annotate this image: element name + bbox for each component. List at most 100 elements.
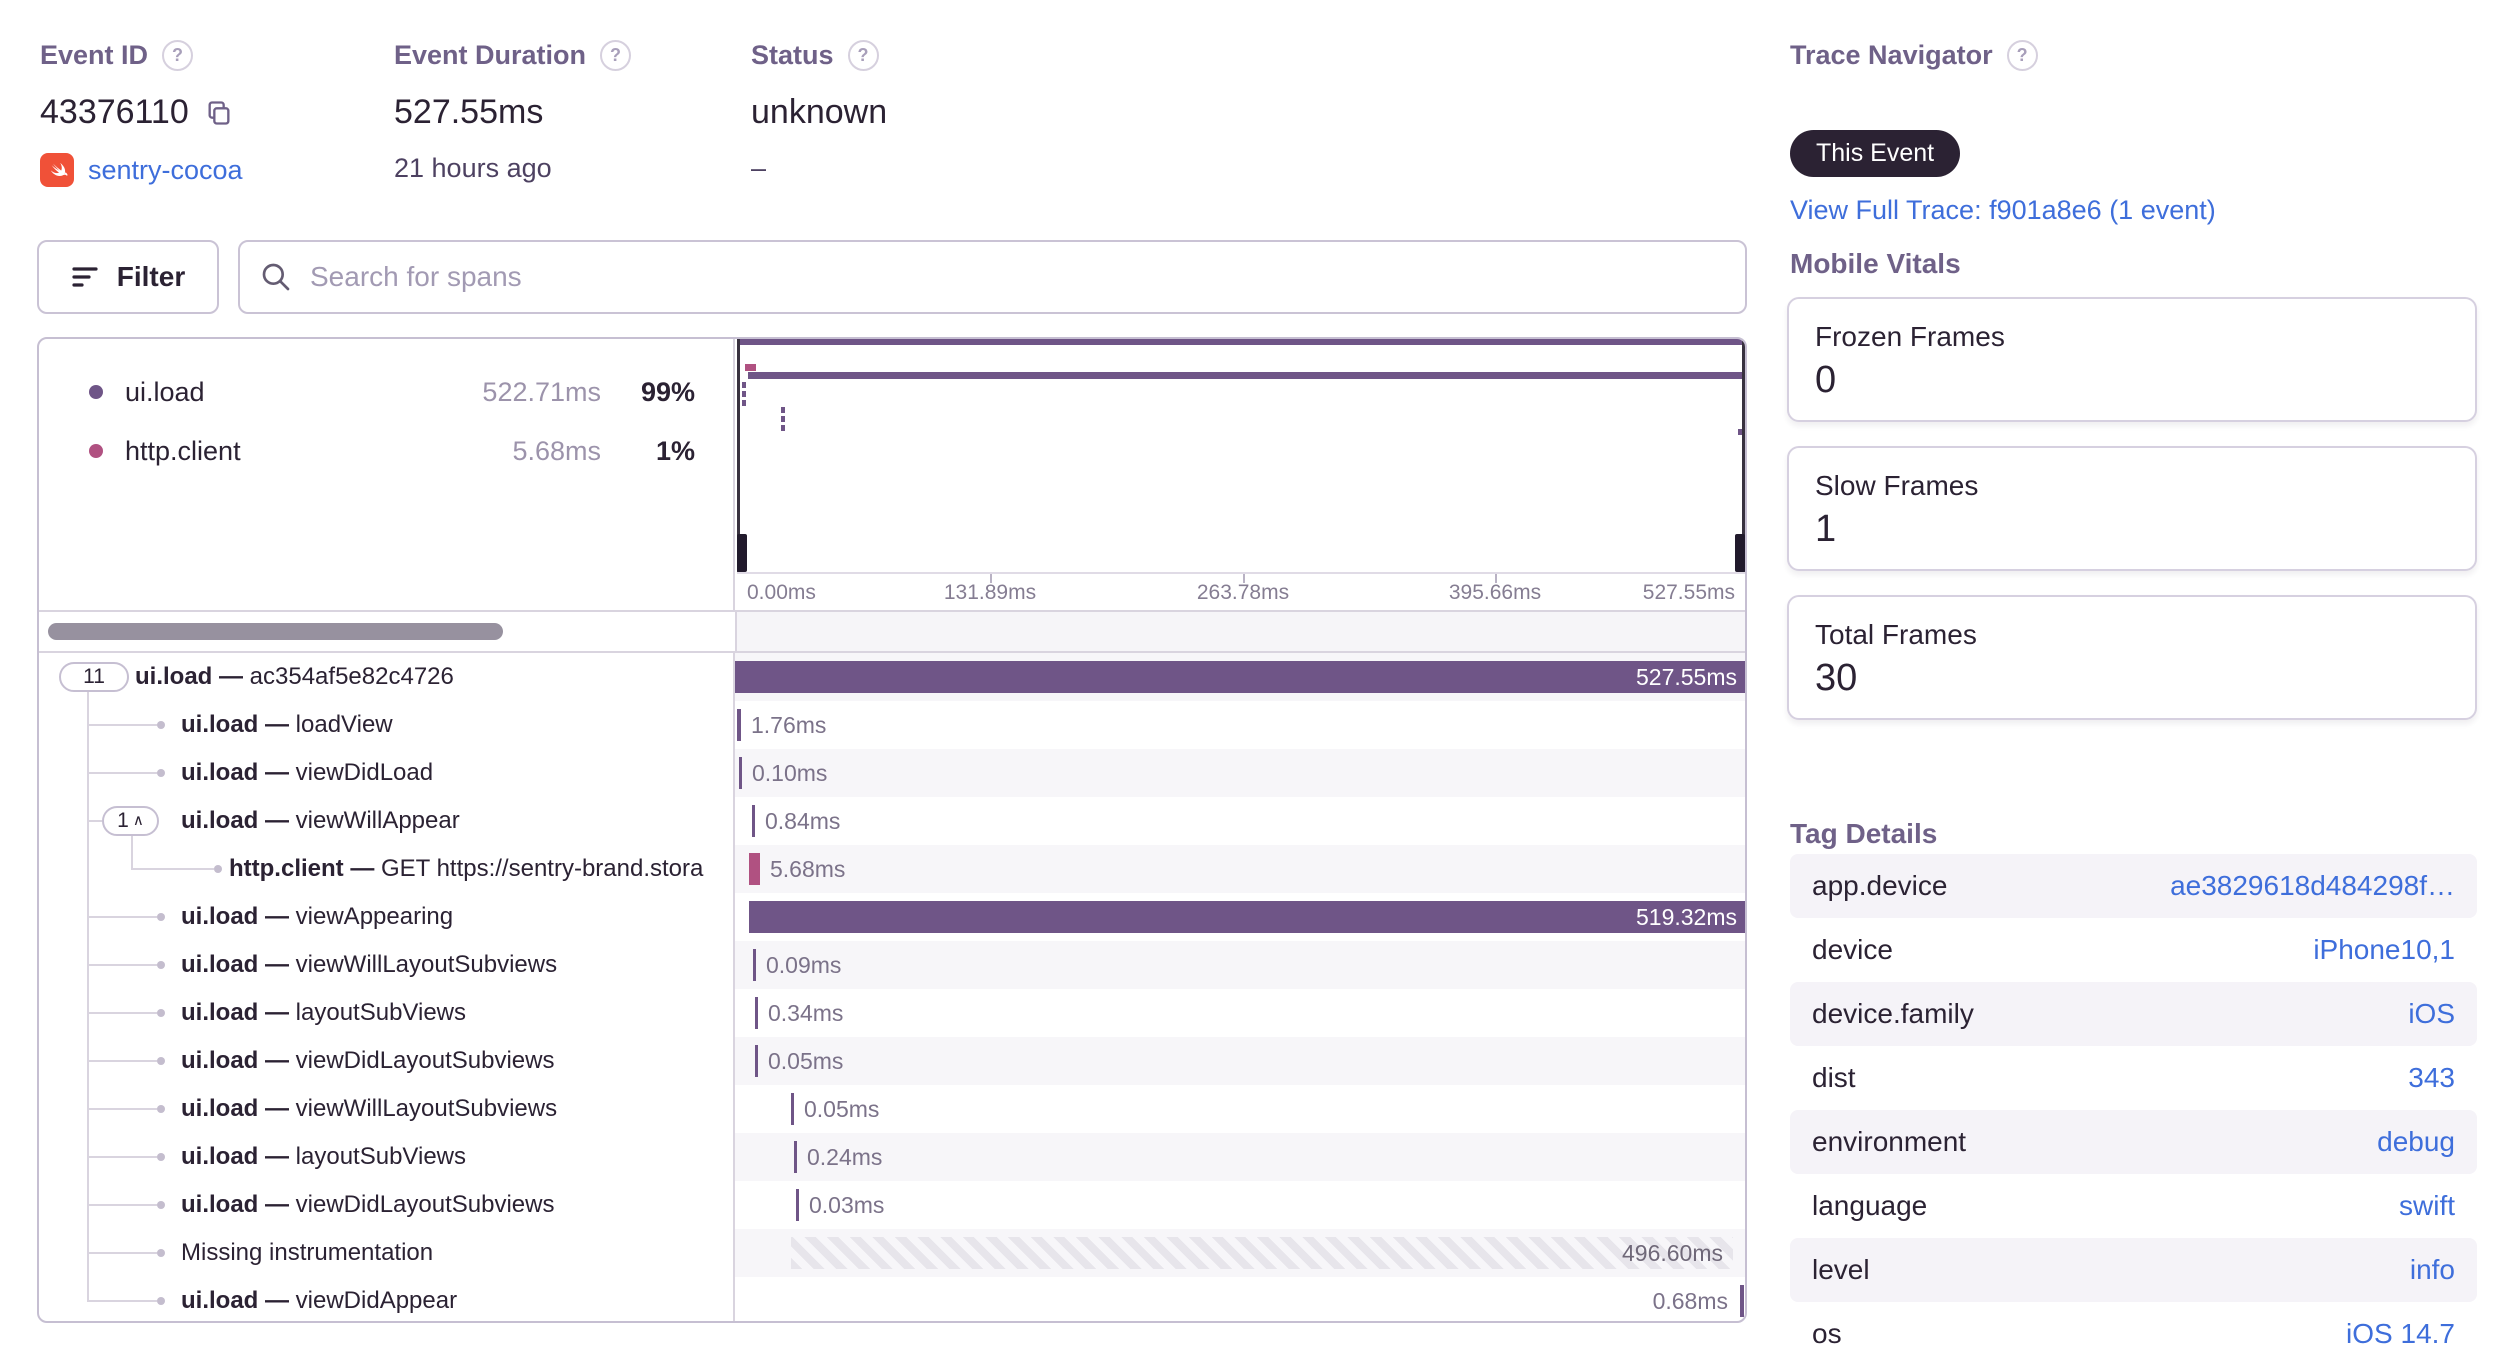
help-icon[interactable]: ? xyxy=(2006,40,2038,71)
span-bar-cell: 527.55ms xyxy=(735,653,1745,701)
span-duration-bar[interactable] xyxy=(1740,1285,1744,1317)
vital-label: Frozen Frames xyxy=(1815,321,2005,352)
span-detail-page: Event ID ? 43376110 sentry-cocoa Event D… xyxy=(0,0,2494,1366)
help-icon[interactable]: ? xyxy=(847,40,879,71)
span-row[interactable]: ui.load — viewDidLoad 0.10ms xyxy=(39,749,1745,797)
project-link[interactable]: sentry-cocoa xyxy=(88,155,243,186)
tag-value-link[interactable]: info xyxy=(2410,1254,2455,1286)
children-count-badge[interactable]: 11 xyxy=(59,662,129,692)
minimap-right-drag-handle[interactable] xyxy=(1735,534,1745,572)
tree-connector xyxy=(87,724,157,726)
status-detail: – xyxy=(751,153,767,183)
tag-value-link[interactable]: ae3829618d484298f… xyxy=(2170,870,2455,902)
minimap-left-drag-handle[interactable] xyxy=(737,534,747,572)
minimap-span-bar xyxy=(748,372,1745,379)
span-duration-bar[interactable] xyxy=(794,1141,797,1173)
span-row[interactable]: ui.load — viewDidAppear 0.68ms xyxy=(39,1277,1745,1321)
horizontal-scrollbar-track[interactable] xyxy=(39,610,1745,653)
tag-value-link[interactable]: iOS xyxy=(2408,998,2455,1030)
axis-label: 0.00ms xyxy=(747,581,816,604)
help-icon[interactable]: ? xyxy=(600,40,632,71)
tag-row-device: device iPhone10,1 xyxy=(1790,918,2477,982)
tag-key: device xyxy=(1812,934,1893,965)
tag-row-environment: environment debug xyxy=(1790,1110,2477,1174)
span-tree-cell: 11 ui.load — ac354af5e82c4726 xyxy=(39,653,735,701)
span-row[interactable]: 11 ui.load — ac354af5e82c4726 527.55ms xyxy=(39,653,1745,701)
filter-button[interactable]: Filter xyxy=(37,240,219,314)
filter-button-label: Filter xyxy=(116,261,186,292)
tag-value-link[interactable]: 343 xyxy=(2408,1062,2455,1094)
tag-value-link[interactable]: swift xyxy=(2399,1190,2455,1222)
tag-value-link[interactable]: debug xyxy=(2377,1126,2455,1158)
tree-connector xyxy=(87,1060,157,1062)
span-row[interactable]: 1 ∧ ui.load — viewWillAppear 0.84ms xyxy=(39,797,1745,845)
span-duration-bar[interactable] xyxy=(791,1093,794,1125)
span-row[interactable]: ui.load — viewWillLayoutSubviews 0.09ms xyxy=(39,941,1745,989)
span-duration-bar[interactable] xyxy=(739,757,742,789)
event-duration-value: 527.55ms xyxy=(394,93,544,131)
span-bar-cell: 0.09ms xyxy=(735,941,1745,989)
tag-row-device.family: device.family iOS xyxy=(1790,982,2477,1046)
collapse-badge[interactable]: 1 ∧ xyxy=(102,806,159,836)
span-tree-cell: ui.load — loadView xyxy=(39,701,735,749)
span-row[interactable]: ui.load — viewDidLayoutSubviews 0.03ms xyxy=(39,1181,1745,1229)
span-duration-bar[interactable]: 519.32ms xyxy=(749,901,1745,933)
event-duration-section: Event Duration ? 527.55ms 21 hours ago xyxy=(394,40,632,183)
span-description: ui.load — viewDidLoad xyxy=(181,759,434,786)
mobile-vitals-heading: Mobile Vitals xyxy=(1790,248,1961,279)
span-row[interactable]: Missing instrumentation 496.60ms xyxy=(39,1229,1745,1277)
trace-minimap[interactable] xyxy=(737,339,1745,572)
span-duration-bar[interactable] xyxy=(753,949,756,981)
span-tree-cell: ui.load — viewDidLoad xyxy=(39,749,735,797)
horizontal-scrollbar-thumb[interactable] xyxy=(48,623,503,640)
tag-key: app.device xyxy=(1812,870,1948,901)
view-full-trace-link[interactable]: View Full Trace: f901a8e6 (1 event) xyxy=(1790,195,2216,225)
span-duration-bar[interactable]: 496.60ms xyxy=(791,1237,1733,1269)
span-row[interactable]: http.client — GET https://sentry-brand.s… xyxy=(39,845,1745,893)
span-row[interactable]: ui.load — viewAppearing 519.32ms xyxy=(39,893,1745,941)
tree-connector xyxy=(87,1300,157,1302)
swift-platform-icon xyxy=(40,153,74,187)
tree-trunk-line xyxy=(87,692,89,1301)
span-description: ui.load — viewWillLayoutSubviews xyxy=(181,1095,558,1122)
span-bar-cell: 519.32ms xyxy=(735,893,1745,941)
span-description: ui.load — viewDidLayoutSubviews xyxy=(181,1191,555,1218)
tag-value-link[interactable]: iPhone10,1 xyxy=(2313,934,2455,966)
span-row[interactable]: ui.load — layoutSubViews 0.24ms xyxy=(39,1133,1745,1181)
copy-event-id-button[interactable] xyxy=(205,99,233,127)
search-input[interactable] xyxy=(308,260,1725,294)
span-duration-bar[interactable] xyxy=(737,709,741,741)
tag-row-level: level info xyxy=(1790,1238,2477,1302)
legend-op-name: ui.load xyxy=(125,376,205,407)
trace-waterfall-panel: ui.load 522.71ms 99% http.client 5.68ms 1% 0.… xyxy=(37,337,1747,1323)
tree-connector xyxy=(87,772,157,774)
span-row[interactable]: ui.load — layoutSubViews 0.34ms xyxy=(39,989,1745,1037)
tree-node-dot xyxy=(157,913,165,921)
span-duration-label: 0.09ms xyxy=(766,952,842,978)
legend-item-ui.load[interactable]: ui.load 522.71ms 99% xyxy=(39,374,733,410)
span-row[interactable]: ui.load — viewWillLayoutSubviews 0.05ms xyxy=(39,1085,1745,1133)
this-event-badge[interactable]: This Event xyxy=(1790,130,1961,177)
axis-label: 131.89ms xyxy=(943,581,1037,604)
search-bar xyxy=(238,240,1747,314)
span-duration-bar[interactable] xyxy=(749,853,760,885)
span-duration-bar[interactable] xyxy=(755,1045,758,1077)
span-duration-label: 0.10ms xyxy=(752,760,828,786)
span-bar-cell: 0.34ms xyxy=(735,989,1745,1037)
legend-item-http.client[interactable]: http.client 5.68ms 1% xyxy=(39,433,733,469)
vital-label: Slow Frames xyxy=(1815,470,1979,501)
span-duration-bar[interactable] xyxy=(755,997,758,1029)
span-duration-bar[interactable] xyxy=(796,1189,799,1221)
span-description: ui.load — viewDidAppear xyxy=(181,1287,458,1314)
span-bar-cell: 0.24ms xyxy=(735,1133,1745,1181)
minimap-http-span-mark xyxy=(745,364,756,371)
span-row[interactable]: ui.load — viewDidLayoutSubviews 0.05ms xyxy=(39,1037,1745,1085)
span-duration-bar[interactable] xyxy=(752,805,755,837)
tag-value-link[interactable]: iOS 14.7 xyxy=(2346,1318,2455,1350)
span-tree-cell: Missing instrumentation xyxy=(39,1229,735,1277)
help-icon[interactable]: ? xyxy=(162,40,194,71)
span-description: ui.load — viewWillLayoutSubviews xyxy=(181,951,558,978)
span-duration-bar[interactable]: 527.55ms xyxy=(735,661,1745,693)
tree-node-dot xyxy=(157,1153,165,1161)
span-row[interactable]: ui.load — loadView 1.76ms xyxy=(39,701,1745,749)
